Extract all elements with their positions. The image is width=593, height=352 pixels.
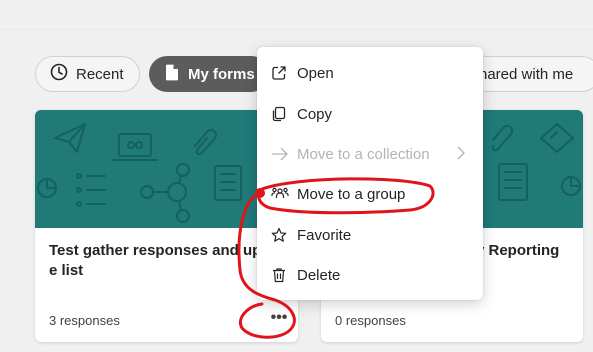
filter-my-forms-button[interactable]: My forms bbox=[149, 56, 269, 92]
menu-item-move-to-collection[interactable]: Move to a collection bbox=[257, 134, 483, 174]
form-card-title: Test gather responses and up e list bbox=[49, 242, 262, 279]
arrow-right-icon bbox=[271, 146, 288, 162]
form-card-responses: 0 responses bbox=[335, 313, 406, 328]
menu-item-label: Open bbox=[297, 64, 334, 82]
filter-shared-label: hared with me bbox=[479, 65, 574, 83]
open-external-icon bbox=[271, 65, 287, 81]
menu-item-label: Move to a collection bbox=[297, 145, 430, 163]
people-group-icon bbox=[271, 186, 289, 202]
context-menu: Open Copy Move to a collection Move to a… bbox=[257, 47, 483, 300]
top-bar bbox=[0, 0, 593, 30]
filter-my-forms-label: My forms bbox=[188, 65, 255, 83]
document-icon bbox=[165, 64, 179, 85]
menu-item-delete[interactable]: Delete bbox=[257, 255, 483, 295]
form-card-responses: 3 responses bbox=[49, 313, 120, 328]
menu-item-label: Move to a group bbox=[297, 185, 406, 203]
trash-icon bbox=[271, 267, 287, 283]
chevron-right-icon bbox=[457, 146, 465, 164]
menu-item-label: Copy bbox=[297, 105, 333, 123]
menu-item-favorite[interactable]: Favorite bbox=[257, 215, 483, 255]
form-card-title: y Reporting bbox=[476, 242, 560, 259]
menu-item-label: Favorite bbox=[297, 226, 352, 244]
clock-icon bbox=[50, 63, 68, 85]
menu-item-copy[interactable]: Copy bbox=[257, 94, 483, 134]
copy-icon bbox=[271, 106, 287, 122]
filter-recent-button[interactable]: Recent bbox=[35, 56, 140, 92]
filter-recent-label: Recent bbox=[76, 65, 124, 83]
menu-item-open[interactable]: Open bbox=[257, 53, 483, 93]
more-options-button[interactable]: ••• bbox=[265, 306, 293, 330]
star-icon bbox=[271, 227, 287, 243]
menu-item-move-to-group[interactable]: Move to a group bbox=[257, 174, 483, 214]
menu-item-label: Delete bbox=[297, 266, 341, 284]
